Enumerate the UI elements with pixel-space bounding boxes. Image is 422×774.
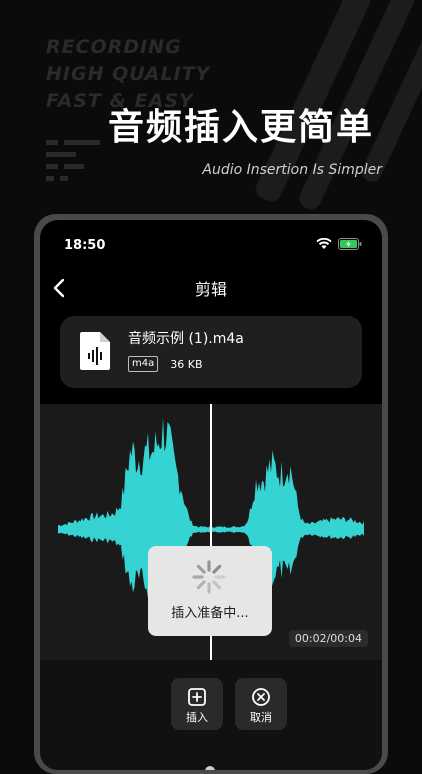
insert-button[interactable]: 插入 <box>171 678 223 730</box>
decor-line: RECORDING <box>46 36 182 58</box>
battery-icon <box>338 238 362 250</box>
decor-line: HIGH QUALITY <box>46 63 211 85</box>
file-name: 音频示例 (1).m4a <box>128 331 244 347</box>
status-icons <box>316 238 362 250</box>
promo-headline: 音频插入更简单 <box>108 107 375 148</box>
phone-screen: 18:50 剪辑 音频示例 (1).m4a m4a 36 KB 插入准备中...… <box>40 220 382 770</box>
phone-frame: 18:50 剪辑 音频示例 (1).m4a m4a 36 KB 插入准备中...… <box>34 214 388 774</box>
loading-spinner-icon <box>192 560 226 594</box>
wifi-icon <box>316 238 332 249</box>
loading-text: 插入准备中... <box>171 606 249 621</box>
file-meta: m4a 36 KB <box>128 356 203 372</box>
loading-dialog: 插入准备中... <box>148 546 272 636</box>
decor-grid <box>46 140 106 181</box>
promo-subline: Audio Insertion Is Simpler <box>202 162 382 178</box>
cancel-label: 取消 <box>250 711 272 724</box>
status-time: 18:50 <box>64 238 106 253</box>
file-size: 36 KB <box>170 357 203 371</box>
file-format-badge: m4a <box>128 356 159 372</box>
status-bar: 18:50 <box>64 238 362 258</box>
page-title: 剪辑 <box>194 280 227 299</box>
spinner-spoke <box>212 580 222 590</box>
playback-time: 00:02/00:04 <box>288 630 368 647</box>
audio-file-icon <box>80 332 110 370</box>
spinner-spoke <box>212 564 222 574</box>
cancel-button[interactable]: 取消 <box>235 678 287 730</box>
home-indicator <box>205 766 215 770</box>
spinner-spoke <box>196 564 206 574</box>
close-circle-icon <box>252 688 270 706</box>
waveform-area[interactable]: 插入准备中... 00:02/00:04 <box>40 404 382 660</box>
insert-label: 插入 <box>186 711 208 724</box>
spinner-spoke <box>196 580 206 590</box>
nav-bar: 剪辑 <box>40 272 382 304</box>
file-card: 音频示例 (1).m4a m4a 36 KB <box>60 316 362 388</box>
action-bar: 插入 取消 <box>40 660 382 770</box>
plus-square-icon <box>188 688 206 706</box>
